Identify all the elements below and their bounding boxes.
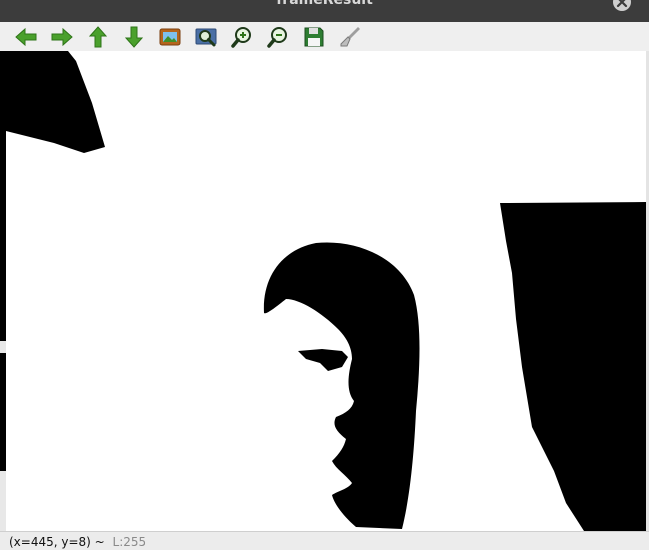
zoom-original-button[interactable] [157,24,183,50]
pan-right-button[interactable] [49,24,75,50]
status-coordinates-wrap: (x=445, y=8) ~ L:255 [9,533,146,551]
toolbar [0,22,649,52]
close-button[interactable] [613,0,631,11]
close-icon [616,0,628,8]
brush-icon [340,27,360,47]
zoom-out-icon [267,27,287,48]
status-pixel-level: L:255 [112,535,147,549]
save-icon [304,27,324,47]
properties-button[interactable] [337,24,363,50]
status-coordinates: (x=445, y=8) ~ [9,535,105,549]
pan-left-button[interactable] [13,24,39,50]
pan-up-button[interactable] [85,24,111,50]
window-titlebar: frameResult [0,0,649,22]
thresholded-frame-image [6,51,646,531]
status-bar: (x=445, y=8) ~ L:255 [0,531,649,550]
arrow-left-icon [15,27,37,47]
image-canvas[interactable] [6,51,646,531]
zoom-in-icon [231,27,251,48]
image-icon [159,28,181,46]
arrow-up-icon [88,26,108,48]
window-title: frameResult [276,0,373,8]
zoom-fit-icon [195,28,217,47]
save-image-button[interactable] [301,24,327,50]
zoom-in-button[interactable] [229,24,255,50]
arrow-right-icon [51,27,73,47]
zoom-fit-button[interactable] [193,24,219,50]
pan-down-button[interactable] [121,24,147,50]
zoom-out-button[interactable] [265,24,291,50]
arrow-down-icon [124,26,144,48]
